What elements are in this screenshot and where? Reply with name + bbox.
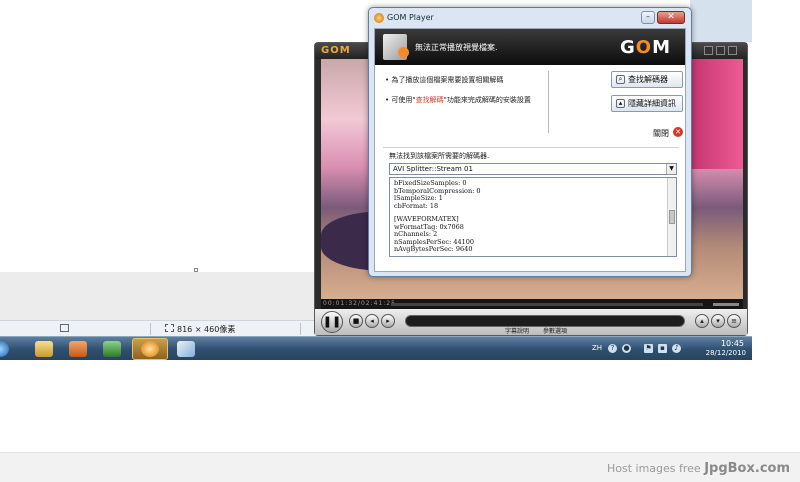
selection-icon bbox=[60, 324, 69, 332]
help-icon[interactable]: ? bbox=[608, 344, 617, 353]
volume-slider[interactable] bbox=[713, 303, 739, 306]
pause-button[interactable]: ❚❚ bbox=[321, 311, 343, 333]
info-bullet: • 可使用"查找解碼"功能來完成解碼的安裝設置 bbox=[385, 96, 531, 104]
windows-orb-icon bbox=[0, 341, 9, 357]
paint-icon bbox=[177, 341, 195, 357]
video-frame-curtain bbox=[687, 59, 743, 169]
dialog-title: GOM Player bbox=[387, 13, 434, 22]
divider bbox=[548, 71, 549, 133]
seek-slider[interactable] bbox=[391, 303, 703, 306]
taskbar-paint[interactable] bbox=[168, 338, 204, 360]
open-button[interactable]: ▴ bbox=[695, 314, 709, 328]
image-size-text: 816 × 460像素 bbox=[177, 325, 236, 334]
clock-date[interactable]: 28/12/2010 bbox=[706, 349, 746, 357]
dialog-header-text: 無法正常播放視覺檔案. bbox=[415, 43, 498, 52]
maximize-icon[interactable] bbox=[716, 46, 725, 55]
status-divider bbox=[150, 323, 151, 335]
taskbar-gom-player[interactable] bbox=[132, 338, 168, 360]
canvas-resize-handle[interactable] bbox=[194, 268, 198, 272]
info-line: nAvgBytesPerSec: 9640 bbox=[394, 245, 473, 253]
codec-error-dialog: GOM Player – ✕ 無法正常播放視覺檔案. GOM • 為了播放這個檔… bbox=[368, 7, 692, 277]
scroll-thumb[interactable] bbox=[669, 210, 675, 224]
playback-controls: ❚❚ ■ ◂ ▸ 字幕說明 參數選項 ▴ ▾ ≡ bbox=[315, 309, 747, 335]
dialog-body: 無法正常播放視覺檔案. GOM • 為了播放這個檔案需要設置相關解碼 • 可使用… bbox=[374, 28, 686, 272]
users-icon bbox=[103, 341, 121, 357]
ime-icon[interactable]: ● bbox=[622, 344, 631, 353]
info-block: bFixedSizeSamples: 0 bTemporalCompression… bbox=[394, 179, 672, 210]
search-icon: ⌕ bbox=[616, 75, 625, 84]
screenshot: { "statusbar": {"image_size": "816 × 460… bbox=[0, 0, 800, 482]
clock-time[interactable]: 10:45 bbox=[721, 339, 744, 348]
start-button[interactable] bbox=[0, 338, 18, 360]
image-size-icon bbox=[165, 324, 174, 332]
minimize-icon[interactable] bbox=[704, 46, 713, 55]
find-codec-button[interactable]: ⌕ 查找解碼器 bbox=[611, 71, 683, 88]
info-bullet-text: 為了播放這個檔案需要設置相關解碼 bbox=[391, 76, 504, 84]
error-label: 無法找到該檔案所需要的解碼器. bbox=[389, 152, 490, 160]
close-icon[interactable] bbox=[728, 46, 737, 55]
banner-prefix: Host images free bbox=[606, 462, 705, 475]
chevron-up-icon: ▴ bbox=[616, 99, 625, 108]
host-banner: Host images free JpgBox.com bbox=[0, 452, 800, 482]
menu-button[interactable]: ≡ bbox=[727, 314, 741, 328]
codec-link[interactable]: 查找解碼 bbox=[416, 96, 444, 104]
folder-icon bbox=[35, 341, 53, 357]
taskbar-users[interactable] bbox=[94, 338, 130, 360]
hide-details-label: 隱藏詳細資訊 bbox=[628, 99, 676, 108]
info-block: [WAVEFORMATEX] wFormatTag: 0x7068 nChannel… bbox=[394, 215, 672, 254]
chevron-down-icon[interactable]: ▼ bbox=[666, 164, 676, 174]
system-tray: ZH ? ● ⚑ ▪ ♪ 10:45 28/12/2010 bbox=[592, 337, 752, 361]
playback-time: 00:01:32/02:41:25 bbox=[323, 300, 396, 307]
warning-file-icon bbox=[383, 34, 409, 60]
network-icon[interactable]: ▪ bbox=[658, 344, 667, 353]
windows-taskbar: ZH ? ● ⚑ ▪ ♪ 10:45 28/12/2010 bbox=[0, 336, 752, 360]
find-codec-label: 查找解碼器 bbox=[628, 75, 668, 84]
info-bullet-text: 可使用" bbox=[391, 96, 416, 104]
banner-text: Host images free JpgBox.com bbox=[607, 461, 790, 476]
volume-icon[interactable]: ♪ bbox=[672, 344, 681, 353]
info-bullet-text: "功能來完成解碼的安裝設置 bbox=[443, 96, 531, 104]
dialog-header: 無法正常播放視覺檔案. GOM bbox=[375, 29, 685, 65]
subtitle-option[interactable]: 字幕說明 bbox=[505, 326, 529, 335]
close-circle-icon[interactable]: ✕ bbox=[673, 127, 683, 137]
taskbar-media[interactable] bbox=[60, 338, 96, 360]
gom-logo: GOM bbox=[619, 37, 671, 58]
info-bullet: • 為了播放這個檔案需要設置相關解碼 bbox=[385, 76, 504, 84]
stream-select[interactable]: AVI Splitter::Stream 01 ▼ bbox=[389, 163, 677, 175]
minimize-button[interactable]: – bbox=[641, 11, 655, 24]
background-window-strip bbox=[690, 0, 752, 42]
media-player-icon bbox=[69, 341, 87, 357]
paint-status-bar: 816 × 460像素 bbox=[0, 320, 318, 336]
codec-info-box[interactable]: bFixedSizeSamples: 0 bTemporalCompression… bbox=[389, 177, 677, 257]
playlist-button[interactable]: ▾ bbox=[711, 314, 725, 328]
prev-button[interactable]: ◂ bbox=[365, 314, 379, 328]
stop-button[interactable]: ■ bbox=[349, 314, 363, 328]
flag-icon[interactable]: ⚑ bbox=[644, 344, 653, 353]
close-link[interactable]: 關閉 bbox=[653, 128, 669, 139]
gom-icon bbox=[141, 341, 159, 357]
language-indicator[interactable]: ZH bbox=[592, 344, 602, 352]
banner-brand[interactable]: JpgBox.com bbox=[704, 461, 790, 476]
scrollbar[interactable] bbox=[667, 178, 676, 256]
status-divider bbox=[300, 323, 301, 335]
settings-option[interactable]: 參數選項 bbox=[543, 326, 567, 335]
info-line: cbFormat: 18 bbox=[394, 201, 439, 210]
dialog-close-button[interactable]: ✕ bbox=[657, 11, 685, 24]
divider bbox=[383, 147, 679, 148]
gom-app-icon bbox=[374, 13, 384, 23]
taskbar-explorer[interactable] bbox=[26, 338, 62, 360]
next-button[interactable]: ▸ bbox=[381, 314, 395, 328]
stream-select-value: AVI Splitter::Stream 01 bbox=[393, 165, 473, 173]
seek-bar-area: 00:01:32/02:41:25 bbox=[321, 299, 743, 309]
gom-logo: GOM bbox=[321, 45, 351, 56]
paint-canvas-area bbox=[0, 272, 318, 320]
hide-details-button[interactable]: ▴ 隱藏詳細資訊 bbox=[611, 95, 683, 112]
